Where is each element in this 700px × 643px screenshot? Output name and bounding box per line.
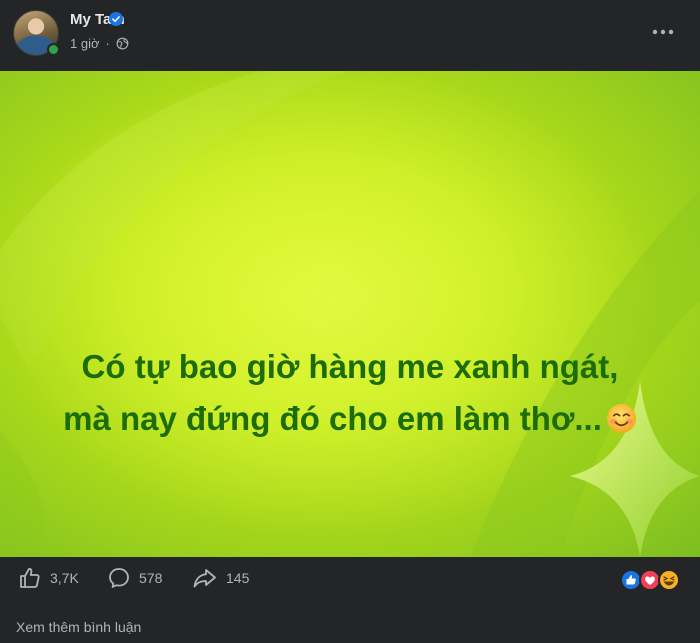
- post-text-line-1: Có tự bao giờ hàng me xanh ngát,: [81, 348, 619, 385]
- share-count: 145: [226, 570, 250, 586]
- verified-badge-icon: [109, 12, 123, 26]
- like-button[interactable]: 3,7K: [18, 566, 79, 590]
- share-icon: [193, 569, 216, 588]
- like-reaction-icon: [620, 569, 642, 591]
- post-header: My Tam 1 giờ ·: [0, 0, 700, 70]
- post-background-text[interactable]: Có tự bao giờ hàng me xanh ngát, mà nay …: [0, 71, 700, 557]
- author-avatar[interactable]: [13, 10, 60, 56]
- post-actions: 3,7K 578 145: [0, 558, 700, 602]
- background-pattern: [0, 71, 700, 557]
- comment-button[interactable]: 578: [107, 566, 162, 590]
- online-status-icon: [47, 43, 60, 56]
- post-text-line-2-content: mà nay đứng đó cho em làm thơ...: [63, 400, 602, 437]
- globe-icon[interactable]: [116, 37, 129, 50]
- comment-icon: [109, 568, 129, 588]
- separator: ·: [105, 36, 110, 51]
- reaction-summary[interactable]: [620, 568, 690, 592]
- post-meta: 1 giờ ·: [70, 36, 129, 51]
- post-card: My Tam 1 giờ · Có tự bao giờ hàng me xan…: [0, 0, 700, 643]
- thumbs-up-icon: [20, 568, 40, 588]
- share-button[interactable]: 145: [192, 566, 249, 590]
- haha-reaction-icon: [658, 569, 680, 591]
- more-options-icon[interactable]: [648, 22, 678, 42]
- post-timestamp[interactable]: 1 giờ: [70, 36, 100, 51]
- smiling-face-icon: [606, 403, 636, 434]
- post-text-line-2: mà nay đứng đó cho em làm thơ...: [30, 393, 670, 445]
- love-reaction-icon: [639, 569, 661, 591]
- view-more-comments-link[interactable]: Xem thêm bình luận: [16, 619, 141, 635]
- like-count: 3,7K: [50, 570, 79, 586]
- post-text: Có tự bao giờ hàng me xanh ngát, mà nay …: [30, 341, 670, 445]
- comment-count: 578: [139, 570, 163, 586]
